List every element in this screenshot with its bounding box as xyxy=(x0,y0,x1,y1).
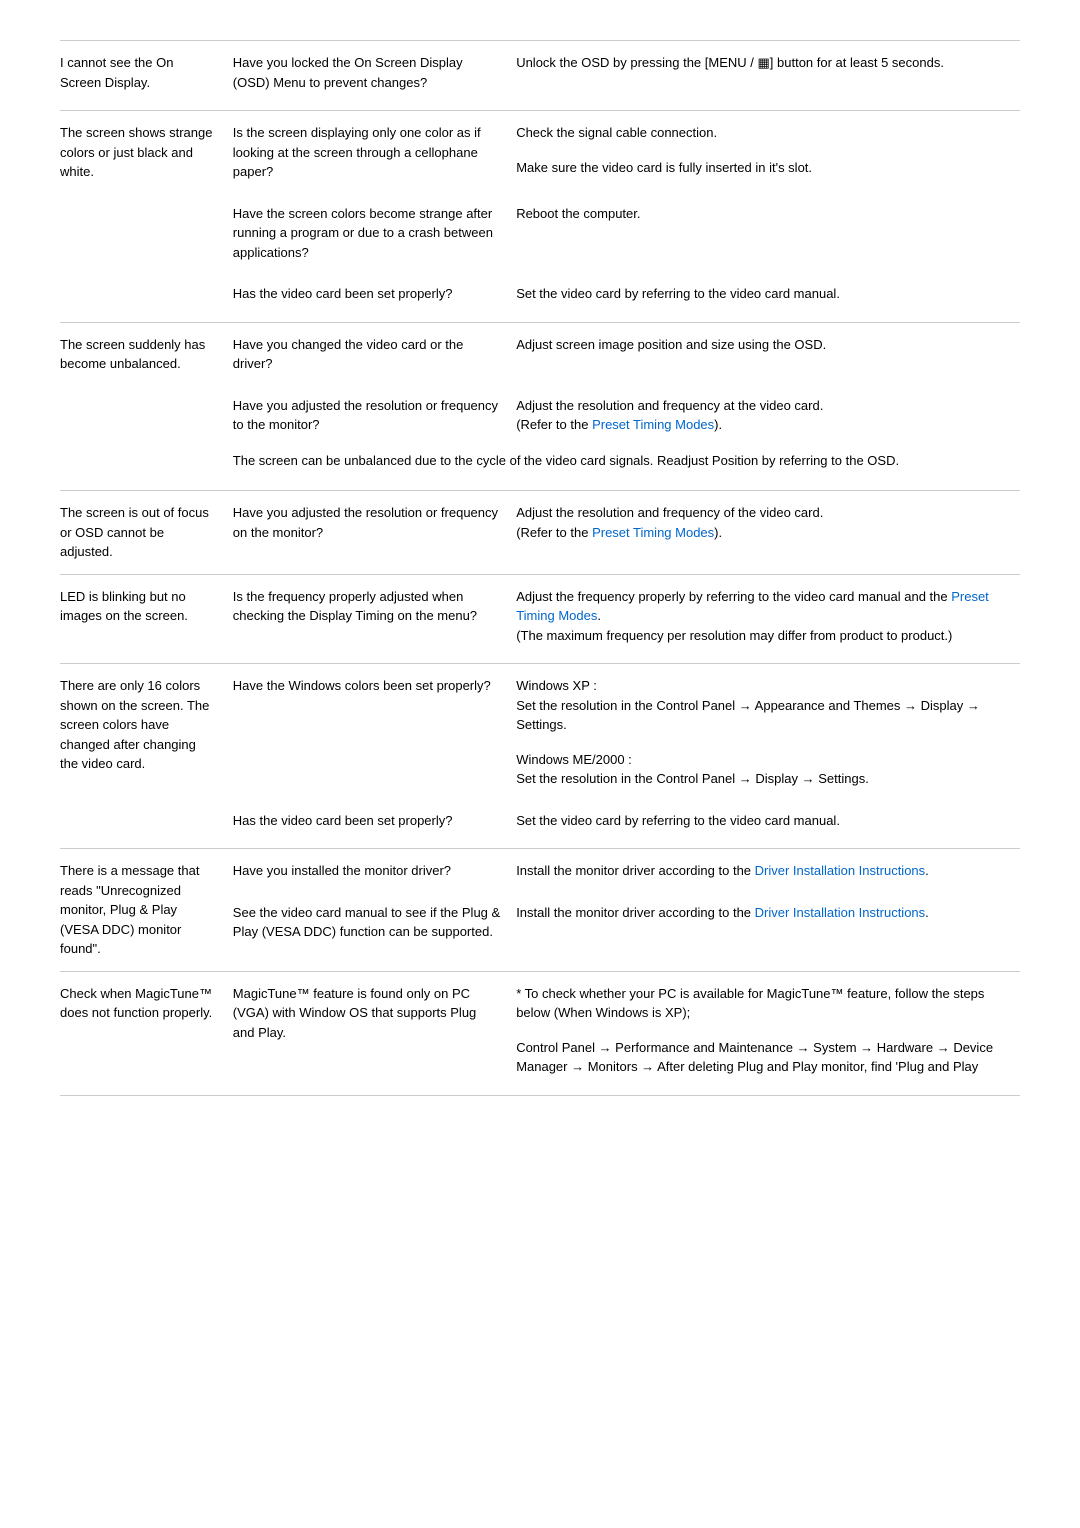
row-led-blinking: LED is blinking but no images on the scr… xyxy=(60,574,1020,664)
solution-link[interactable]: Driver Installation Instructions xyxy=(755,863,926,878)
solution-text: Install the monitor driver according to … xyxy=(516,903,1020,942)
solution-paragraph: Control Panel → Performance and Maintena… xyxy=(516,1038,1020,1077)
problem-column: The screen is out of focus or OSD cannot… xyxy=(60,503,233,562)
row-strange-colors: The screen shows strange colors or just … xyxy=(60,110,1020,322)
check-text: Have you installed the monitor driver? xyxy=(233,861,516,881)
check-solution-area: Have the Windows colors been set properl… xyxy=(233,676,1020,836)
solution-text: Adjust the frequency properly by referri… xyxy=(516,587,1020,646)
check-solution-pair: Is the screen displaying only one color … xyxy=(233,123,1020,188)
solution-paragraph: Set the video card by referring to the v… xyxy=(516,284,1020,304)
solution-paragraph: Set the video card by referring to the v… xyxy=(516,811,1020,831)
check-solution-area: Have you adjusted the resolution or freq… xyxy=(233,503,1020,562)
problem-text: Check when MagicTune™ does not function … xyxy=(60,984,217,1023)
check-solution-pair: Have you adjusted the resolution or freq… xyxy=(233,503,1020,548)
problem-column: LED is blinking but no images on the scr… xyxy=(60,587,233,652)
check-text: Have you changed the video card or the d… xyxy=(233,335,516,374)
check-text: Is the frequency properly adjusted when … xyxy=(233,587,516,646)
check-text: Have you adjusted the resolution or freq… xyxy=(233,396,516,435)
row-focus: The screen is out of focus or OSD cannot… xyxy=(60,490,1020,574)
check-solution-pair: Has the video card been set properly?Set… xyxy=(233,272,1020,310)
solution-paragraph: Install the monitor driver according to … xyxy=(516,861,1020,881)
solution-paragraph: (Refer to the Preset Timing Modes). xyxy=(516,415,1020,435)
solution-paragraph: Adjust the frequency properly by referri… xyxy=(516,587,1020,626)
problem-column: Check when MagicTune™ does not function … xyxy=(60,984,233,1083)
solution-paragraph: Install the monitor driver according to … xyxy=(516,903,1020,923)
troubleshooting-table: I cannot see the On Screen Display. Have … xyxy=(60,40,1020,1096)
problem-column: The screen suddenly has become unbalance… xyxy=(60,335,233,479)
solution-paragraph: Windows XP : xyxy=(516,676,1020,696)
solution-link[interactable]: Preset Timing Modes xyxy=(516,589,989,624)
problem-text: The screen suddenly has become unbalance… xyxy=(60,335,217,374)
check-text: Has the video card been set properly? xyxy=(233,811,516,831)
solution-text: Install the monitor driver according to … xyxy=(516,861,1020,881)
check-solution-area: MagicTune™ feature is found only on PC (… xyxy=(233,984,1020,1083)
problem-column: The screen shows strange colors or just … xyxy=(60,123,233,310)
check-solution-pair: Have you adjusted the resolution or freq… xyxy=(233,384,1020,441)
solution-paragraph: (The maximum frequency per resolution ma… xyxy=(516,626,1020,646)
full-width-note: The screen can be unbalanced due to the … xyxy=(233,441,1020,479)
check-text: Have the Windows colors been set properl… xyxy=(233,676,516,789)
check-solution-pair: Have you changed the video card or the d… xyxy=(233,335,1020,380)
solution-paragraph: Make sure the video card is fully insert… xyxy=(516,158,1020,178)
problem-text: There is a message that reads "Unrecogni… xyxy=(60,861,217,959)
solution-paragraph: Adjust the resolution and frequency at t… xyxy=(516,396,1020,416)
solution-text: Windows XP :Set the resolution in the Co… xyxy=(516,676,1020,789)
problem-column: There are only 16 colors shown on the sc… xyxy=(60,676,233,836)
check-solution-area: Is the screen displaying only one color … xyxy=(233,123,1020,310)
solution-paragraph: Reboot the computer. xyxy=(516,204,1020,224)
solution-text: Unlock the OSD by pressing the [MENU / ▦… xyxy=(516,53,1020,92)
check-solution-pair: See the video card manual to see if the … xyxy=(233,891,1020,948)
solution-paragraph: (Refer to the Preset Timing Modes). xyxy=(516,523,1020,543)
row-osd: I cannot see the On Screen Display. Have … xyxy=(60,40,1020,110)
check-solution-pair: Is the frequency properly adjusted when … xyxy=(233,587,1020,652)
solution-paragraph: Unlock the OSD by pressing the [MENU / ▦… xyxy=(516,53,1020,73)
problem-column: There is a message that reads "Unrecogni… xyxy=(60,861,233,959)
check-text: Have you locked the On Screen Display (O… xyxy=(233,53,516,92)
check-solution-pair: Have you installed the monitor driver?In… xyxy=(233,861,1020,887)
solution-text: Reboot the computer. xyxy=(516,204,1020,263)
problem-text: I cannot see the On Screen Display. xyxy=(60,53,217,92)
check-text: Is the screen displaying only one color … xyxy=(233,123,516,182)
problem-text: LED is blinking but no images on the scr… xyxy=(60,587,217,626)
solution-text: Set the video card by referring to the v… xyxy=(516,811,1020,831)
solution-paragraph: * To check whether your PC is available … xyxy=(516,984,1020,1023)
problem-text: The screen shows strange colors or just … xyxy=(60,123,217,182)
check-solution-area: Is the frequency properly adjusted when … xyxy=(233,587,1020,652)
solution-link[interactable]: Preset Timing Modes xyxy=(592,417,714,432)
row-unbalanced: The screen suddenly has become unbalance… xyxy=(60,322,1020,491)
check-text: Have the screen colors become strange af… xyxy=(233,204,516,263)
solution-link[interactable]: Driver Installation Instructions xyxy=(755,905,926,920)
check-text: Has the video card been set properly? xyxy=(233,284,516,304)
row-magictune: Check when MagicTune™ does not function … xyxy=(60,971,1020,1096)
solution-paragraph: Windows ME/2000 : xyxy=(516,750,1020,770)
check-solution-area: Have you locked the On Screen Display (O… xyxy=(233,53,1020,98)
solution-text: Adjust screen image position and size us… xyxy=(516,335,1020,374)
solution-paragraph: Adjust screen image position and size us… xyxy=(516,335,1020,355)
check-solution-pair: Have the screen colors become strange af… xyxy=(233,192,1020,269)
check-solution-area: Have you installed the monitor driver?In… xyxy=(233,861,1020,959)
problem-text: There are only 16 colors shown on the sc… xyxy=(60,676,217,774)
check-text: See the video card manual to see if the … xyxy=(233,903,516,942)
row-16colors: There are only 16 colors shown on the sc… xyxy=(60,663,1020,848)
solution-paragraph: Adjust the resolution and frequency of t… xyxy=(516,503,1020,523)
check-text: MagicTune™ feature is found only on PC (… xyxy=(233,984,516,1077)
check-solution-pair: Have you locked the On Screen Display (O… xyxy=(233,53,1020,98)
solution-text: Set the video card by referring to the v… xyxy=(516,284,1020,304)
check-solution-pair: MagicTune™ feature is found only on PC (… xyxy=(233,984,1020,1083)
row-unrecognized: There is a message that reads "Unrecogni… xyxy=(60,848,1020,971)
check-solution-pair: Have the Windows colors been set properl… xyxy=(233,676,1020,795)
solution-text: Adjust the resolution and frequency at t… xyxy=(516,396,1020,435)
check-text: Have you adjusted the resolution or freq… xyxy=(233,503,516,542)
check-solution-pair: Has the video card been set properly?Set… xyxy=(233,799,1020,837)
solution-text: Adjust the resolution and frequency of t… xyxy=(516,503,1020,542)
solution-paragraph: Check the signal cable connection. xyxy=(516,123,1020,143)
solution-text: Check the signal cable connection. Make s… xyxy=(516,123,1020,182)
problem-text: The screen is out of focus or OSD cannot… xyxy=(60,503,217,562)
check-solution-area: Have you changed the video card or the d… xyxy=(233,335,1020,479)
solution-paragraph: Set the resolution in the Control Panel … xyxy=(516,769,1020,789)
solution-text: * To check whether your PC is available … xyxy=(516,984,1020,1077)
problem-column: I cannot see the On Screen Display. xyxy=(60,53,233,98)
solution-link[interactable]: Preset Timing Modes xyxy=(592,525,714,540)
solution-paragraph: Set the resolution in the Control Panel … xyxy=(516,696,1020,735)
